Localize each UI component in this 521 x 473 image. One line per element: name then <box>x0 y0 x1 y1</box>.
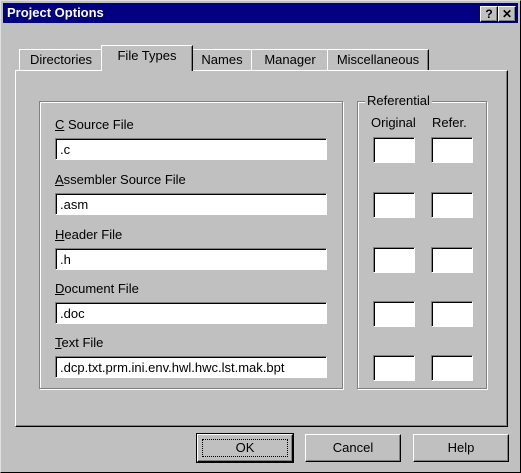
text-file-label-text: ext File <box>61 335 104 350</box>
text-file-label: Text File <box>55 335 103 350</box>
c-source-label: C Source File <box>55 117 134 132</box>
tab-miscellaneous[interactable]: Miscellaneous <box>327 49 429 70</box>
assembler-source-label: Assembler Source File <box>55 172 186 187</box>
column-refer: Refer. <box>432 115 467 130</box>
column-original: Original <box>371 115 416 130</box>
c-source-label-text: Source File <box>64 117 134 132</box>
document-file-refer-box[interactable] <box>431 301 473 327</box>
c-source-refer-box[interactable] <box>431 137 473 163</box>
text-file-input[interactable]: .dcp.txt.prm.ini.env.hwl.hwc.lst.mak.bpt <box>55 356 327 378</box>
close-button[interactable]: ✕ <box>498 6 516 22</box>
text-file-original-box[interactable] <box>373 355 415 381</box>
tab-file-types[interactable]: File Types <box>101 45 193 71</box>
help-button[interactable]: Help <box>413 434 509 462</box>
document-file-label: Document File <box>55 281 139 296</box>
header-file-label: Header File <box>55 227 122 242</box>
header-file-input[interactable]: .h <box>55 248 327 270</box>
document-file-mnemonic: D <box>55 281 65 296</box>
tab-names[interactable]: Names <box>191 49 253 70</box>
assembler-source-original-box[interactable] <box>373 192 415 218</box>
text-file-refer-box[interactable] <box>431 355 473 381</box>
header-file-original-box[interactable] <box>373 247 415 273</box>
tab-directories[interactable]: Directories <box>19 49 103 70</box>
header-file-label-text: eader File <box>64 227 123 242</box>
ok-button[interactable]: OK <box>196 433 294 463</box>
assembler-source-refer-box[interactable] <box>431 192 473 218</box>
document-file-input[interactable]: .doc <box>55 302 327 324</box>
cancel-button[interactable]: Cancel <box>305 434 401 462</box>
c-source-input[interactable]: .c <box>55 138 327 160</box>
c-source-mnemonic: C <box>55 117 65 132</box>
project-options-dialog: Project Options ? ✕ Directories File Typ… <box>0 0 521 473</box>
assembler-source-label-text: ssembler Source File <box>63 172 186 187</box>
document-file-original-box[interactable] <box>373 301 415 327</box>
help-title-button[interactable]: ? <box>480 6 498 22</box>
title-bar: Project Options ? ✕ <box>3 3 518 23</box>
assembler-source-mnemonic: A <box>55 172 64 187</box>
document-file-label-text: ocument File <box>64 281 139 296</box>
referential-legend: Referential <box>365 93 432 108</box>
c-source-original-box[interactable] <box>373 137 415 163</box>
header-file-refer-box[interactable] <box>431 247 473 273</box>
assembler-source-input[interactable]: .asm <box>55 193 327 215</box>
window-title: Project Options <box>7 5 104 20</box>
header-file-mnemonic: H <box>55 227 65 242</box>
tab-manager[interactable]: Manager <box>251 49 329 70</box>
